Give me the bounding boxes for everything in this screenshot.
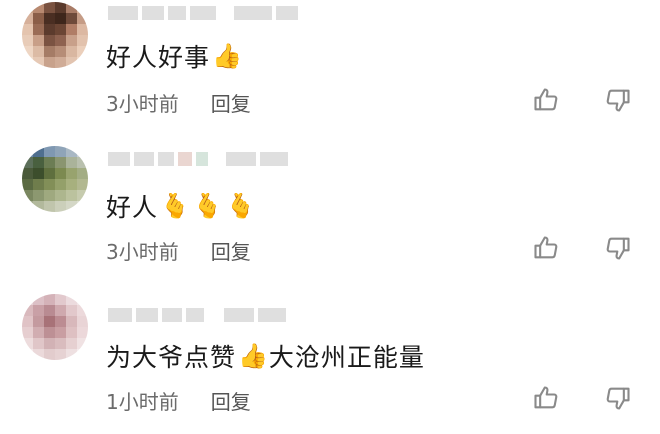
like-button[interactable] [532, 86, 560, 114]
reply-button[interactable]: 回复 [211, 236, 251, 265]
thumbs-up-icon [534, 236, 558, 259]
thumbs-up-emoji-icon: 👍 [238, 342, 269, 370]
heart-fingers-emoji-icon: 🫰 [192, 192, 224, 220]
avatar[interactable] [22, 294, 88, 360]
comment-text: 为大爷点赞 👍 大沧州正能量 [106, 338, 425, 374]
comment-body-continued: 大沧州正能量 [268, 343, 425, 372]
comment-body: 好人好事 [106, 43, 211, 72]
username-blurred[interactable] [108, 6, 298, 20]
comment-meta: 1小时前 回复 [106, 386, 251, 415]
comment-body: 为大爷点赞 [106, 343, 237, 372]
thumbs-up-emoji-icon: 👍 [212, 42, 243, 70]
timestamp: 3小时前 [106, 240, 179, 264]
username-blurred[interactable] [108, 308, 286, 322]
thumbs-up-icon [534, 88, 558, 111]
avatar[interactable] [22, 2, 88, 68]
heart-fingers-emoji-icon: 🫰 [160, 192, 191, 220]
comment-meta: 3小时前 回复 [106, 88, 251, 117]
thumbs-down-icon [606, 237, 630, 260]
like-button[interactable] [532, 384, 560, 412]
like-button[interactable] [532, 234, 560, 262]
heart-fingers-emoji-icon: 🫰 [225, 192, 257, 220]
comment-meta: 3小时前 回复 [106, 236, 251, 265]
comment-text: 好人好事 👍 [106, 38, 243, 74]
thumbs-down-icon [606, 387, 630, 410]
dislike-button[interactable] [604, 86, 632, 114]
comment-text: 好人 🫰 🫰 🫰 [106, 188, 257, 224]
avatar[interactable] [22, 146, 88, 212]
timestamp: 3小时前 [106, 92, 179, 116]
thumbs-up-icon [534, 386, 558, 409]
dislike-button[interactable] [604, 384, 632, 412]
reply-button[interactable]: 回复 [211, 386, 251, 415]
comment-body: 好人 [106, 193, 159, 222]
dislike-button[interactable] [604, 234, 632, 262]
thumbs-down-icon [606, 89, 630, 112]
username-blurred[interactable] [108, 152, 288, 166]
reply-button[interactable]: 回复 [211, 88, 251, 117]
timestamp: 1小时前 [106, 390, 179, 414]
